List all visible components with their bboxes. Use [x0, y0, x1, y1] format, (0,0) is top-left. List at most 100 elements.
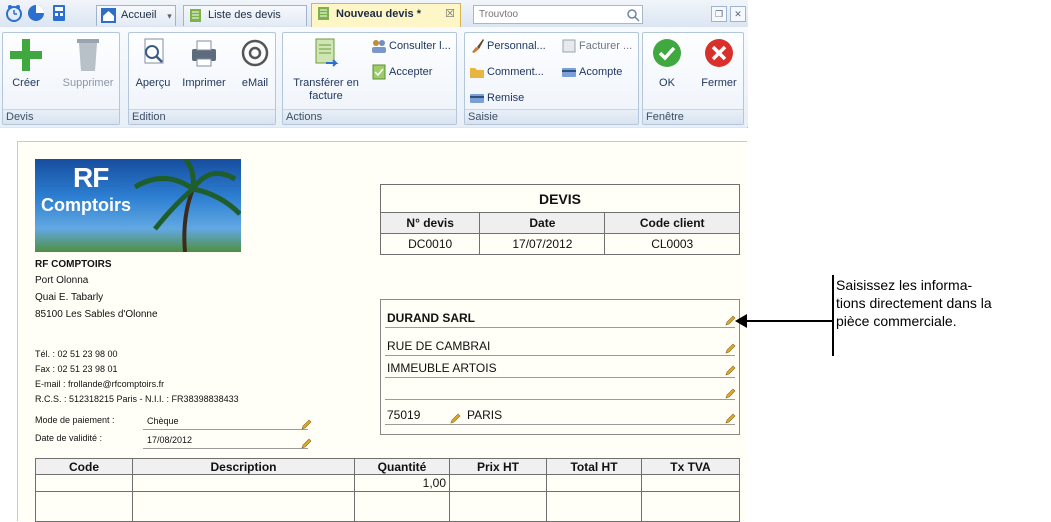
validity-label: Date de validité :: [35, 433, 103, 443]
clock-icon[interactable]: [5, 4, 23, 22]
window-close-icon[interactable]: ✕: [730, 6, 746, 22]
search-input[interactable]: [473, 5, 643, 24]
pencil-icon[interactable]: [724, 365, 736, 377]
company-address-3: 85100 Les Sables d'Olonne: [35, 309, 158, 320]
callout-bracket: [832, 275, 834, 356]
chart-icon[interactable]: [27, 4, 45, 22]
calculator-icon[interactable]: [50, 4, 68, 22]
column-header-description: Description: [132, 458, 355, 475]
card-icon: [562, 68, 576, 77]
transfer-invoice-button[interactable]: Transférer en facture: [283, 35, 369, 103]
cell-code[interactable]: [35, 474, 133, 492]
preview-button[interactable]: Aperçu: [133, 35, 173, 90]
email-button[interactable]: eMail: [235, 35, 275, 90]
client-address-line-1[interactable]: RUE DE CAMBRAI: [387, 339, 490, 353]
table-row[interactable]: [35, 491, 740, 522]
invoice-icon: [562, 39, 576, 53]
client-address-line-2[interactable]: IMMEUBLE ARTOIS: [387, 361, 497, 375]
invoice-button[interactable]: Facturer ...: [561, 37, 632, 55]
comment-button[interactable]: Comment...: [469, 63, 544, 81]
create-label: Créer: [12, 77, 40, 89]
callout-line-1: Saisissez les informa-: [836, 277, 973, 293]
cell-code[interactable]: [35, 491, 133, 522]
quote-date-header: Date: [479, 212, 606, 234]
quote-page: RF Comptoirs RF COMPTOIRS Port Olonna Qu…: [17, 141, 747, 522]
accept-button[interactable]: Accepter: [371, 63, 432, 81]
cell-vat[interactable]: [641, 474, 740, 492]
application-window: Accueil ▾ Liste des devis Nouveau devis …: [0, 0, 748, 522]
group-saisie: Personnal... Facturer ... Comment... Aco…: [464, 32, 639, 125]
validity-underline: [143, 448, 308, 449]
search-icon[interactable]: [626, 8, 640, 22]
table-row[interactable]: 1,00: [35, 474, 740, 492]
brush-icon: [472, 39, 484, 53]
client-name-underline: [385, 327, 735, 328]
company-logo: RF Comptoirs: [35, 159, 241, 252]
chevron-down-icon[interactable]: ▾: [163, 9, 176, 23]
group-devis: Créer Supprimer Devis: [2, 32, 120, 125]
cell-quantity[interactable]: [354, 491, 450, 522]
discount-label: Remise: [487, 92, 525, 104]
client-code[interactable]: CL0003: [604, 233, 740, 255]
consult-button[interactable]: Consulter l...: [371, 37, 451, 55]
cell-quantity[interactable]: 1,00: [354, 474, 450, 492]
email-label: eMail: [241, 77, 269, 89]
pencil-icon[interactable]: [300, 438, 312, 450]
accept-label: Accepter: [389, 66, 433, 78]
client-zip[interactable]: 75019: [387, 408, 420, 422]
address-underline-1: [385, 355, 735, 356]
close-icon[interactable]: ☒: [445, 4, 455, 24]
validity-value[interactable]: 17/08/2012: [147, 435, 192, 445]
tab-nouveau-devis[interactable]: Nouveau devis * ☒: [311, 3, 461, 27]
group-edition: Aperçu Imprimer eMail Edition: [128, 32, 276, 125]
company-phone: Tél. : 02 51 23 98 00: [35, 349, 118, 359]
callout-text: Saisissez les informa- tions directement…: [836, 276, 1051, 330]
tab-label: Accueil: [121, 9, 157, 21]
pencil-icon[interactable]: [724, 413, 736, 425]
tab-liste-devis[interactable]: Liste des devis: [183, 5, 307, 26]
group-label: Saisie: [465, 109, 638, 124]
column-header-vat: Tx TVA: [641, 458, 740, 475]
tab-label: Nouveau devis *: [336, 8, 421, 20]
cell-unit-price[interactable]: [449, 491, 547, 522]
cell-description[interactable]: [132, 474, 355, 492]
document-area: RF Comptoirs RF COMPTOIRS Port Olonna Qu…: [0, 128, 748, 522]
payment-value[interactable]: Chèque: [147, 416, 179, 426]
at-sign-icon: [241, 39, 269, 67]
cell-description[interactable]: [132, 491, 355, 522]
transfer-label-2: facture: [309, 90, 343, 102]
delete-label: Supprimer: [62, 77, 114, 89]
card-icon: [470, 94, 484, 103]
create-button[interactable]: Créer: [5, 35, 47, 90]
pencil-icon[interactable]: [300, 419, 312, 431]
client-name[interactable]: DURAND SARL: [387, 311, 475, 325]
print-button[interactable]: Imprimer: [179, 35, 229, 90]
quote-header-table: DEVIS N° devis Date Code client DC0010 1…: [379, 184, 740, 255]
discount-button[interactable]: Remise: [469, 89, 524, 107]
restore-icon[interactable]: ❐: [711, 6, 727, 22]
quote-title: DEVIS: [380, 184, 740, 213]
client-code-header: Code client: [604, 212, 740, 234]
delete-button[interactable]: Supprimer: [57, 35, 119, 90]
home-icon: [101, 8, 116, 23]
column-header-code: Code: [35, 458, 133, 475]
group-fenetre: OK Fermer Fenêtre: [642, 32, 744, 125]
group-label: Edition: [129, 109, 275, 124]
address-underline-3: [385, 399, 735, 400]
group-label: Fenêtre: [643, 109, 743, 124]
address-underline-2: [385, 377, 735, 378]
logo-mark: RF: [73, 162, 109, 193]
company-fax: Fax : 02 51 23 98 01: [35, 364, 118, 374]
cell-vat[interactable]: [641, 491, 740, 522]
plus-icon: [10, 39, 42, 71]
ok-button[interactable]: OK: [645, 35, 689, 90]
cell-unit-price[interactable]: [449, 474, 547, 492]
deposit-button[interactable]: Acompte: [561, 63, 622, 81]
personalize-button[interactable]: Personnal...: [469, 37, 546, 55]
pencil-icon[interactable]: [724, 343, 736, 355]
payment-label: Mode de paiement :: [35, 415, 115, 425]
close-button[interactable]: Fermer: [695, 35, 743, 90]
quote-date[interactable]: 17/07/2012: [479, 233, 606, 255]
client-city[interactable]: PARIS: [467, 408, 502, 422]
pencil-icon[interactable]: [724, 388, 736, 400]
